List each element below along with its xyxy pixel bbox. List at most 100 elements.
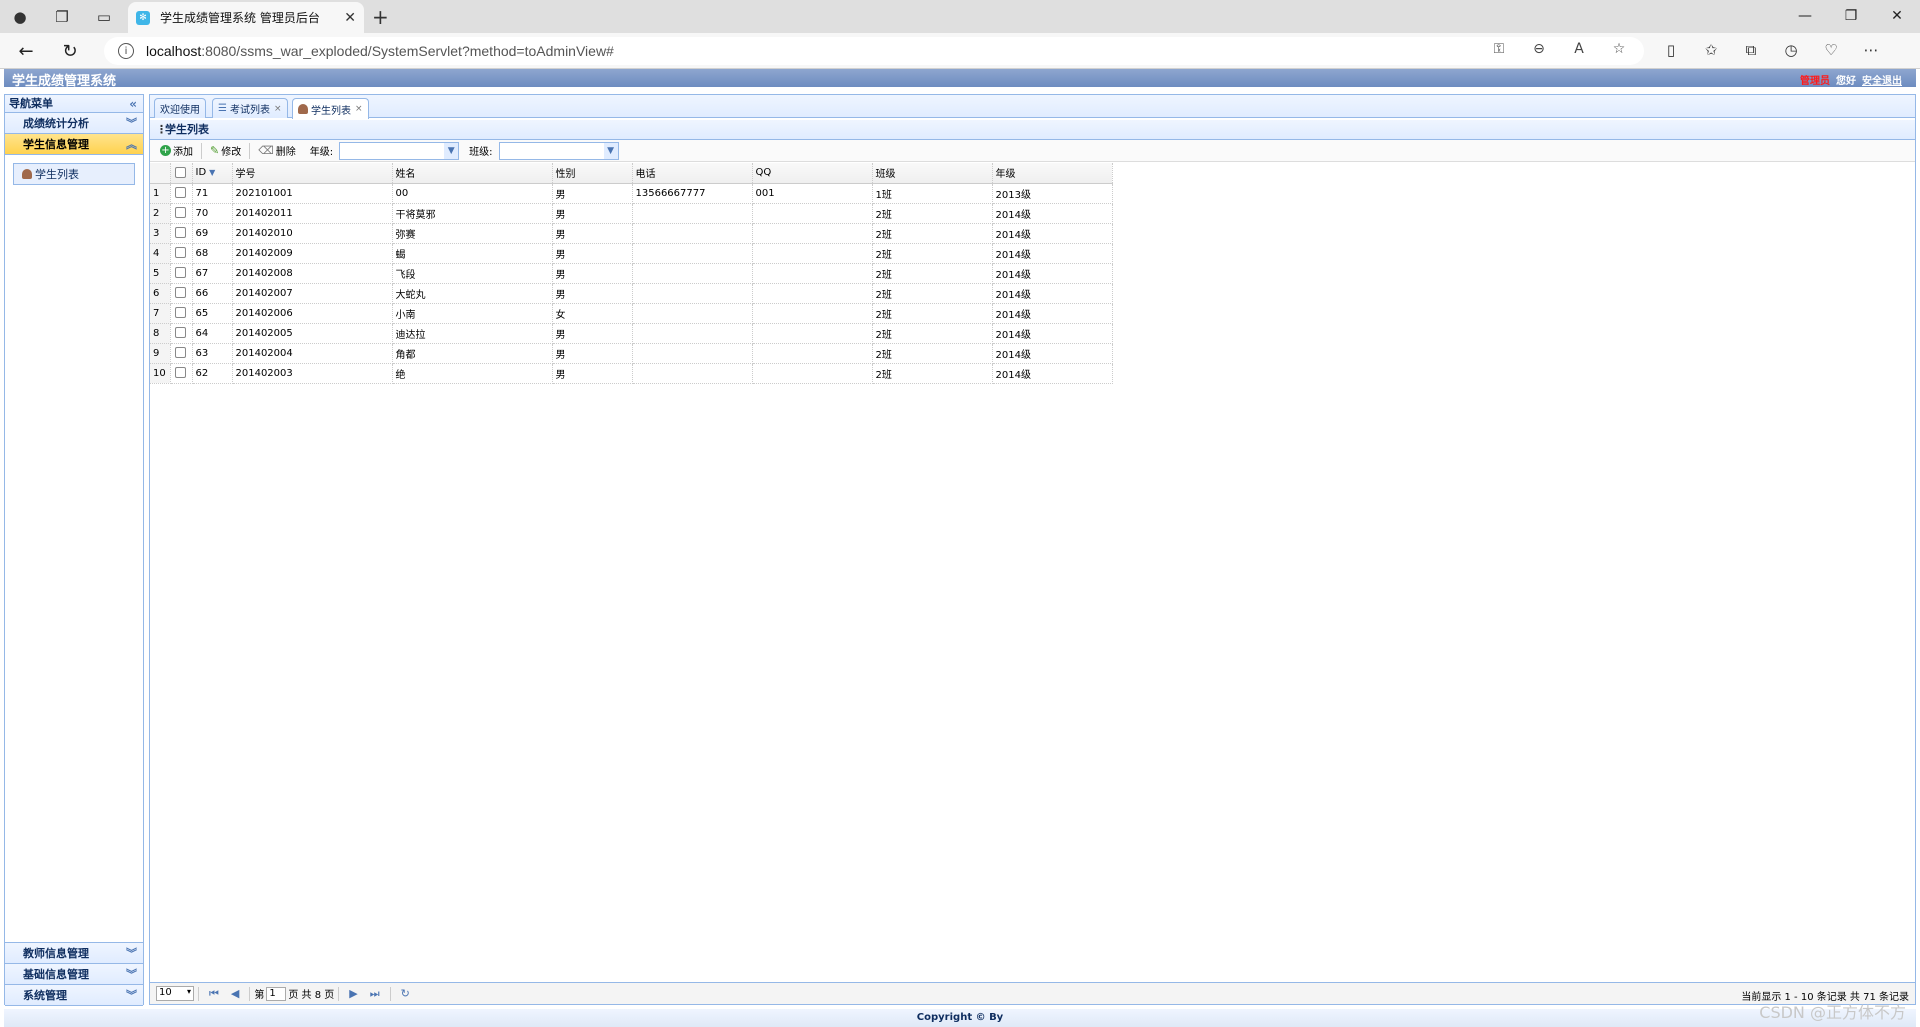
tab-actions-icon[interactable]: ▭ (92, 5, 116, 29)
row-checkbox[interactable] (174, 187, 186, 199)
column-header-grade[interactable]: 年级 (992, 163, 1113, 184)
table-row[interactable]: 8 64 201402005 迪达拉 男 2班 2014级 (150, 323, 1113, 344)
table-row[interactable]: 1 71 202101001 00 男 13566667777 001 1班 2… (150, 183, 1113, 204)
table-row[interactable]: 10 62 201402003 绝 男 2班 2014级 (150, 363, 1113, 384)
first-page-icon[interactable]: ⏮ (209, 987, 219, 1001)
grade-filter-label: 年级: (309, 147, 334, 158)
column-header-name[interactable]: 姓名 (392, 163, 553, 184)
chevron-down-icon: ︾ (126, 968, 137, 981)
minimize-icon[interactable]: — (1782, 0, 1828, 32)
app-header: 学生成绩管理系统 管理员 您好 安全退出 (4, 69, 1916, 89)
logout-link[interactable]: 安全退出 (1862, 72, 1902, 87)
table-row[interactable]: 3 69 201402010 弥赛 男 2班 2014级 (150, 223, 1113, 244)
column-header-qq[interactable]: QQ (752, 163, 873, 184)
cell-qq (752, 243, 873, 264)
row-checkbox[interactable] (174, 307, 186, 319)
tab-student-list[interactable]: 学生列表 × (292, 98, 369, 119)
grade-filter-select[interactable]: ▼ (339, 141, 460, 160)
history-icon[interactable]: ◷ (1780, 41, 1802, 59)
zoom-icon[interactable]: ⊖ (1528, 41, 1550, 57)
tab-welcome[interactable]: 欢迎使用 (154, 98, 206, 118)
row-checkbox[interactable] (174, 347, 186, 359)
close-tab-icon[interactable]: × (274, 104, 282, 114)
sidebar-title: 导航菜单 « (5, 95, 143, 113)
select-all-checkbox[interactable] (174, 167, 186, 178)
refresh-icon[interactable]: ↻ (58, 39, 82, 63)
split-screen-icon[interactable]: ▯ (1660, 41, 1682, 59)
column-header-student-no[interactable]: 学号 (232, 163, 393, 184)
sidebar-section-score-analysis[interactable]: 成绩统计分析 ︾ (5, 113, 143, 134)
row-checkbox[interactable] (174, 227, 186, 239)
page-size-select[interactable]: 10 ▾ (156, 986, 194, 1001)
site-info-icon[interactable]: i (118, 43, 134, 59)
cell-grade: 2014级 (992, 363, 1113, 384)
favorites-icon[interactable]: ✩ (1700, 41, 1722, 59)
close-tab-icon[interactable]: × (355, 104, 363, 114)
class-filter-select[interactable]: ▼ (498, 141, 619, 160)
toolbar-divider (201, 142, 202, 159)
row-checkbox[interactable] (174, 287, 186, 299)
cell-id: 66 (192, 283, 233, 304)
read-aloud-icon[interactable]: A (1568, 41, 1590, 57)
column-header-id[interactable]: ID ▼ (192, 163, 233, 184)
table-row[interactable]: 9 63 201402004 角都 男 2班 2014级 (150, 343, 1113, 364)
back-icon[interactable]: ← (14, 39, 38, 63)
sidebar-section-student-info[interactable]: 学生信息管理 ︽ (5, 134, 143, 155)
sidebar-section-teacher-info[interactable]: 教师信息管理 ︾ (5, 943, 143, 964)
new-tab-icon[interactable]: + (372, 5, 389, 29)
next-page-icon[interactable]: ▶ (349, 987, 357, 1000)
row-checkbox[interactable] (174, 247, 186, 259)
more-icon[interactable]: ⋯ (1860, 41, 1882, 59)
dropdown-arrow-icon[interactable]: ▼ (603, 142, 618, 159)
cell-class: 2班 (872, 323, 993, 344)
url-input[interactable]: i localhost:8080/ssms_war_exploded/Syste… (104, 37, 1644, 65)
prev-page-icon[interactable]: ◀ (231, 987, 239, 1000)
column-header-class[interactable]: 班级 (872, 163, 993, 184)
pagination-bar: 10 ▾ ⏮ ◀ 第 1 页 共 8 页 ▶ ⏭ ↻ 当前显示 1 - 10 条记… (150, 982, 1915, 1004)
restore-icon[interactable]: ❐ (1828, 0, 1874, 32)
cell-id: 70 (192, 203, 233, 224)
page-number-input[interactable]: 1 (266, 986, 287, 1001)
dropdown-arrow-icon[interactable]: ▼ (444, 142, 459, 159)
favorite-star-icon[interactable]: ☆ (1608, 41, 1630, 57)
cell-qq (752, 323, 873, 344)
edit-button[interactable]: ✎ 修改 (206, 141, 245, 161)
cell-name: 绝 (392, 363, 553, 384)
sidebar-section-system[interactable]: 系统管理 ︾ (5, 985, 143, 1006)
collections-icon[interactable]: ❐ (50, 5, 74, 29)
row-checkbox[interactable] (174, 267, 186, 279)
cell-class: 2班 (872, 303, 993, 324)
table-row[interactable]: 2 70 201402011 干将莫邪 男 2班 2014级 (150, 203, 1113, 224)
row-number: 2 (150, 203, 171, 224)
sidebar-item-student-list[interactable]: 学生列表 (13, 163, 135, 185)
performance-icon[interactable]: ♡ (1820, 41, 1842, 59)
cell-phone (632, 223, 753, 244)
cell-grade: 2014级 (992, 203, 1113, 224)
row-checkbox[interactable] (174, 327, 186, 339)
cell-qq (752, 223, 873, 244)
table-row[interactable]: 5 67 201402008 飞段 男 2班 2014级 (150, 263, 1113, 284)
browser-tab-active[interactable]: ✻ 学生成绩管理系统 管理员后台 ✕ (128, 2, 364, 33)
table-row[interactable]: 6 66 201402007 大蛇丸 男 2班 2014级 (150, 283, 1113, 304)
close-window-icon[interactable]: ✕ (1874, 0, 1920, 32)
delete-button[interactable]: ⌫ 删除 (254, 141, 300, 161)
column-header-phone[interactable]: 电话 (632, 163, 753, 184)
last-page-icon[interactable]: ⏭ (370, 987, 380, 1001)
collections-toolbar-icon[interactable]: ⧉ (1740, 41, 1762, 59)
table-row[interactable]: 4 68 201402009 蝎 男 2班 2014级 (150, 243, 1113, 264)
cell-class: 2班 (872, 283, 993, 304)
row-checkbox-cell (170, 363, 193, 384)
key-icon[interactable]: ⚿ (1488, 41, 1510, 57)
table-row[interactable]: 7 65 201402006 小南 女 2班 2014级 (150, 303, 1113, 324)
row-checkbox[interactable] (174, 367, 186, 379)
tab-exam-list[interactable]: ☰ 考试列表 × (212, 98, 288, 118)
collapse-sidebar-icon[interactable]: « (129, 95, 137, 113)
row-checkbox[interactable] (174, 207, 186, 219)
close-tab-icon[interactable]: ✕ (344, 10, 356, 26)
sidebar-section-basic-info[interactable]: 基础信息管理 ︾ (5, 964, 143, 985)
refresh-grid-icon[interactable]: ↻ (401, 987, 410, 1000)
profile-icon[interactable]: ● (8, 5, 32, 29)
column-header-sex[interactable]: 性别 (552, 163, 633, 184)
add-button[interactable]: + 添加 (156, 141, 197, 161)
cell-grade: 2014级 (992, 283, 1113, 304)
